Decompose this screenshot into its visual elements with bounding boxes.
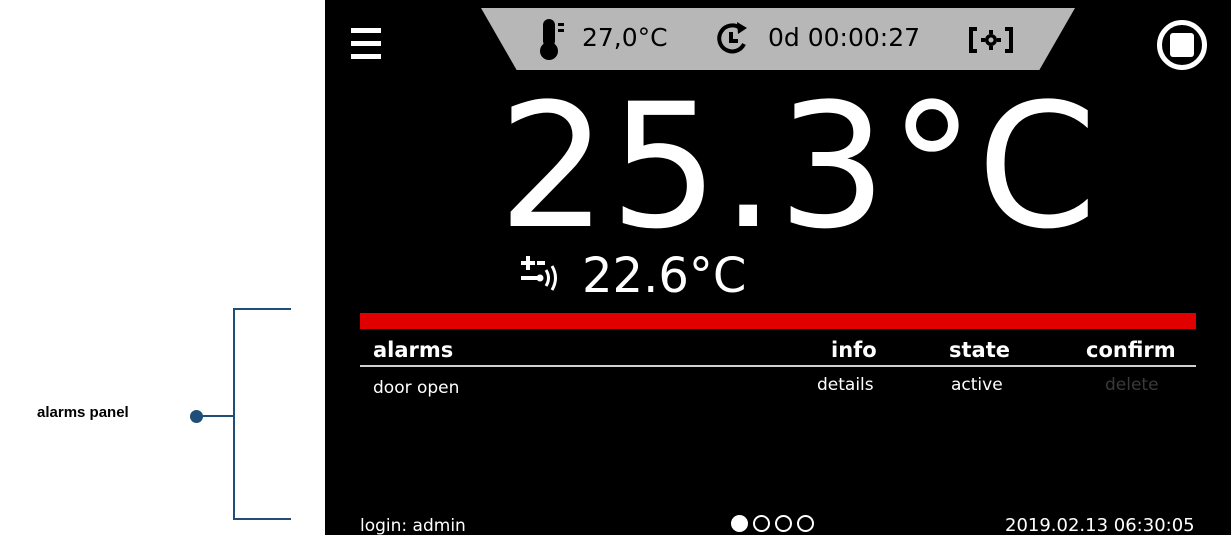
secondary-temperature: 22.6°C (582, 248, 747, 304)
page-dot-2[interactable] (753, 515, 770, 532)
alarm-state: active (951, 375, 1003, 395)
delete-button[interactable]: delete (1105, 375, 1159, 395)
stop-icon[interactable] (1157, 20, 1207, 70)
camera-settings-icon[interactable] (969, 27, 1013, 57)
timer-value: 0d 00:00:27 (768, 23, 921, 52)
confirm-column-header: confirm (1086, 338, 1176, 362)
state-column-header: state (949, 338, 1010, 362)
menu-icon[interactable] (351, 28, 381, 64)
thermometer-icon (537, 17, 567, 65)
alarms-column-header: alarms (373, 338, 454, 362)
info-column-header: info (831, 338, 877, 362)
annotation-label: alarms panel (37, 404, 129, 421)
alarm-indicator-bar (360, 313, 1196, 329)
details-button[interactable]: details (817, 375, 874, 395)
sensor-icon (519, 252, 565, 296)
set-temperature: 27,0°C (582, 23, 668, 52)
timer-icon (713, 22, 753, 60)
annotation-bracket-bottom (233, 518, 291, 520)
datetime: 2019.02.13 06:30:05 (1005, 515, 1195, 535)
page-dot-3[interactable] (775, 515, 792, 532)
table-header-divider (360, 365, 1196, 367)
current-temperature: 25.3°C (498, 66, 1100, 267)
annotation-bracket (233, 308, 235, 520)
annotation-stem (200, 415, 234, 417)
page-dot-1[interactable] (731, 515, 748, 532)
page-indicator (731, 515, 819, 535)
login-status: login: admin (360, 516, 466, 535)
alarm-name: door open (373, 378, 460, 398)
status-bar: 27,0°C 0d 00:00:27 (481, 8, 1075, 70)
annotation-bracket-top (233, 308, 291, 310)
page-dot-4[interactable] (797, 515, 814, 532)
device-screen: 27,0°C 0d 00:00:27 25.3°C 22.6°C alarms … (325, 0, 1231, 535)
